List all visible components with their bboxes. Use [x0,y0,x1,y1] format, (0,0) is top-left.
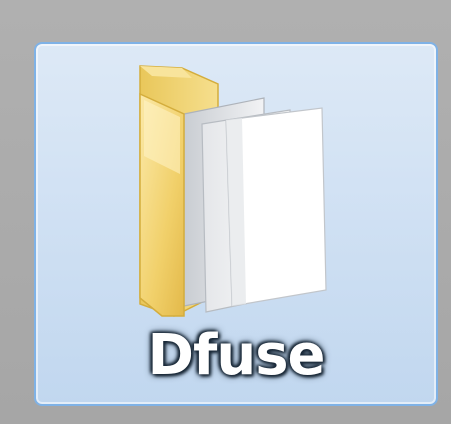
desktop: Dfuse [0,0,451,424]
folder-label: Dfuse [147,323,325,388]
folder-label-wrap: Dfuse [36,320,436,392]
desktop-folder-item[interactable]: Dfuse [34,42,438,406]
folder-icon [139,65,327,317]
